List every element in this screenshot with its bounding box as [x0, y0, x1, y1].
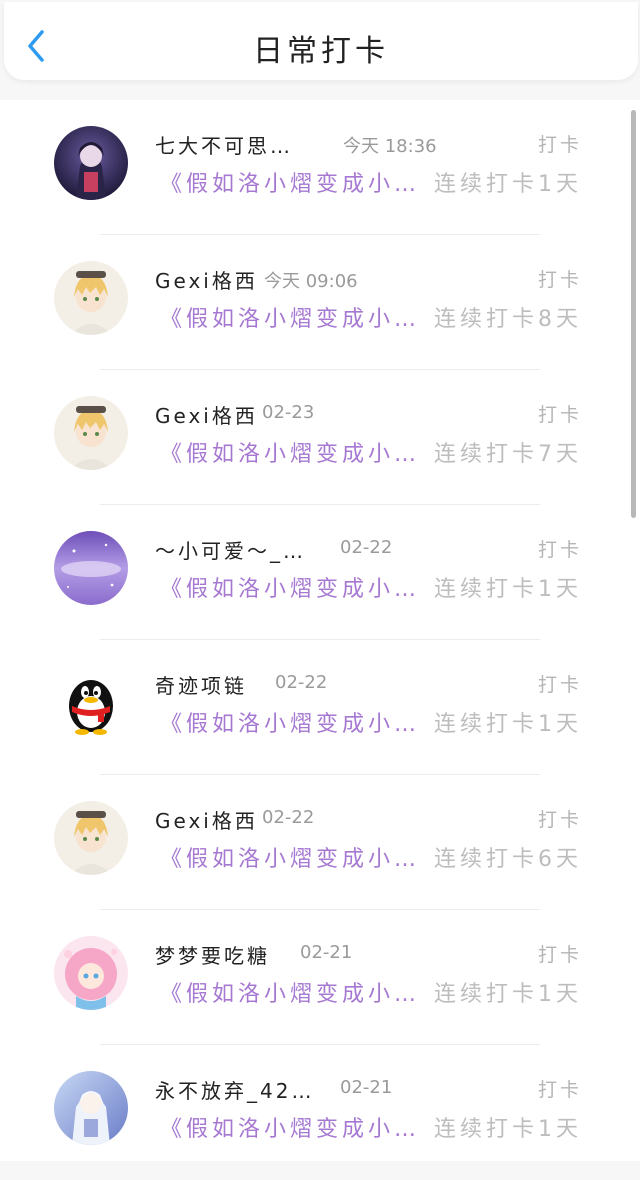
- list-item[interactable]: 七大不可思… 今天 18:36 打卡 《假如洛小熠变成小… 连续打卡1天: [0, 100, 640, 235]
- group-name[interactable]: 《假如洛小熠变成小…: [160, 1111, 420, 1143]
- user-name[interactable]: ～小可爱～_…: [155, 535, 306, 564]
- user-name[interactable]: Gexi格西: [155, 805, 258, 834]
- user-name[interactable]: 七大不可思…: [155, 130, 293, 159]
- scrollbar[interactable]: [631, 110, 636, 518]
- checkin-tag: 打卡: [537, 809, 582, 831]
- checkin-tag: 打卡: [537, 539, 582, 561]
- user-name[interactable]: Gexi格西: [155, 400, 258, 429]
- group-name[interactable]: 《假如洛小熠变成小…: [160, 166, 420, 198]
- streak-count: 连续打卡1天: [434, 1117, 582, 1142]
- streak-count: 连续打卡1天: [434, 577, 582, 602]
- blonde-anime-avatar-icon: [54, 396, 128, 470]
- checkin-tag: 打卡: [537, 1079, 582, 1101]
- avatar[interactable]: [54, 261, 128, 335]
- user-name[interactable]: 梦梦要吃糖: [155, 940, 270, 969]
- avatar[interactable]: [54, 666, 128, 740]
- checkin-tag: 打卡: [537, 269, 582, 291]
- white-anime-avatar-icon: [54, 1071, 128, 1145]
- top-bar: 日常打卡: [4, 2, 638, 80]
- streak-count: 连续打卡1天: [434, 172, 582, 197]
- streak-count: 连续打卡8天: [434, 307, 582, 332]
- list-item[interactable]: 奇迹项链 02-22 打卡 《假如洛小熠变成小… 连续打卡1天: [0, 640, 640, 775]
- streak-count: 连续打卡7天: [434, 442, 582, 467]
- group-name[interactable]: 《假如洛小熠变成小…: [160, 976, 420, 1008]
- checkin-time: 02-22: [262, 807, 315, 828]
- checkin-time: 02-22: [340, 537, 393, 558]
- pink-anime-avatar-icon: [54, 936, 128, 1010]
- checkin-time: 02-21: [300, 942, 353, 963]
- qq-penguin-avatar-icon: [54, 666, 128, 740]
- checkin-tag: 打卡: [537, 404, 582, 426]
- checkin-list: 七大不可思… 今天 18:36 打卡 《假如洛小熠变成小… 连续打卡1天 Gex…: [0, 100, 640, 1161]
- streak-count: 连续打卡1天: [434, 982, 582, 1007]
- dark-anime-avatar-icon: [54, 126, 128, 200]
- list-item[interactable]: Gexi格西 02-23 打卡 《假如洛小熠变成小… 连续打卡7天: [0, 370, 640, 505]
- page-title: 日常打卡: [253, 34, 389, 69]
- blonde-anime-avatar-icon: [54, 261, 128, 335]
- checkin-time: 02-22: [275, 672, 328, 693]
- checkin-time: 今天 18:36: [343, 136, 437, 157]
- list-item[interactable]: Gexi格西 今天 09:06 打卡 《假如洛小熠变成小… 连续打卡8天: [0, 235, 640, 370]
- user-name[interactable]: 永不放弃_42…: [155, 1075, 314, 1104]
- list-item[interactable]: 永不放弃_42… 02-21 打卡 《假如洛小熠变成小… 连续打卡1天: [0, 1045, 640, 1180]
- purple-galaxy-avatar-icon: [54, 531, 128, 605]
- group-name[interactable]: 《假如洛小熠变成小…: [160, 841, 420, 873]
- user-name[interactable]: Gexi格西: [155, 265, 258, 294]
- blonde-anime-avatar-icon: [54, 801, 128, 875]
- streak-count: 连续打卡1天: [434, 712, 582, 737]
- avatar[interactable]: [54, 936, 128, 1010]
- group-name[interactable]: 《假如洛小熠变成小…: [160, 301, 420, 333]
- checkin-tag: 打卡: [537, 134, 582, 156]
- user-name[interactable]: 奇迹项链: [155, 670, 247, 699]
- checkin-tag: 打卡: [537, 674, 582, 696]
- list-item[interactable]: Gexi格西 02-22 打卡 《假如洛小熠变成小… 连续打卡6天: [0, 775, 640, 910]
- group-name[interactable]: 《假如洛小熠变成小…: [160, 706, 420, 738]
- avatar[interactable]: [54, 126, 128, 200]
- avatar[interactable]: [54, 1071, 128, 1145]
- list-item[interactable]: ～小可爱～_… 02-22 打卡 《假如洛小熠变成小… 连续打卡1天: [0, 505, 640, 640]
- streak-count: 连续打卡6天: [434, 847, 582, 872]
- checkin-tag: 打卡: [537, 944, 582, 966]
- list-item[interactable]: 梦梦要吃糖 02-21 打卡 《假如洛小熠变成小… 连续打卡1天: [0, 910, 640, 1045]
- avatar[interactable]: [54, 531, 128, 605]
- group-name[interactable]: 《假如洛小熠变成小…: [160, 436, 420, 468]
- avatar[interactable]: [54, 396, 128, 470]
- avatar[interactable]: [54, 801, 128, 875]
- checkin-time: 02-21: [340, 1077, 393, 1098]
- checkin-time: 今天 09:06: [264, 271, 358, 292]
- checkin-time: 02-23: [262, 402, 315, 423]
- group-name[interactable]: 《假如洛小熠变成小…: [160, 571, 420, 603]
